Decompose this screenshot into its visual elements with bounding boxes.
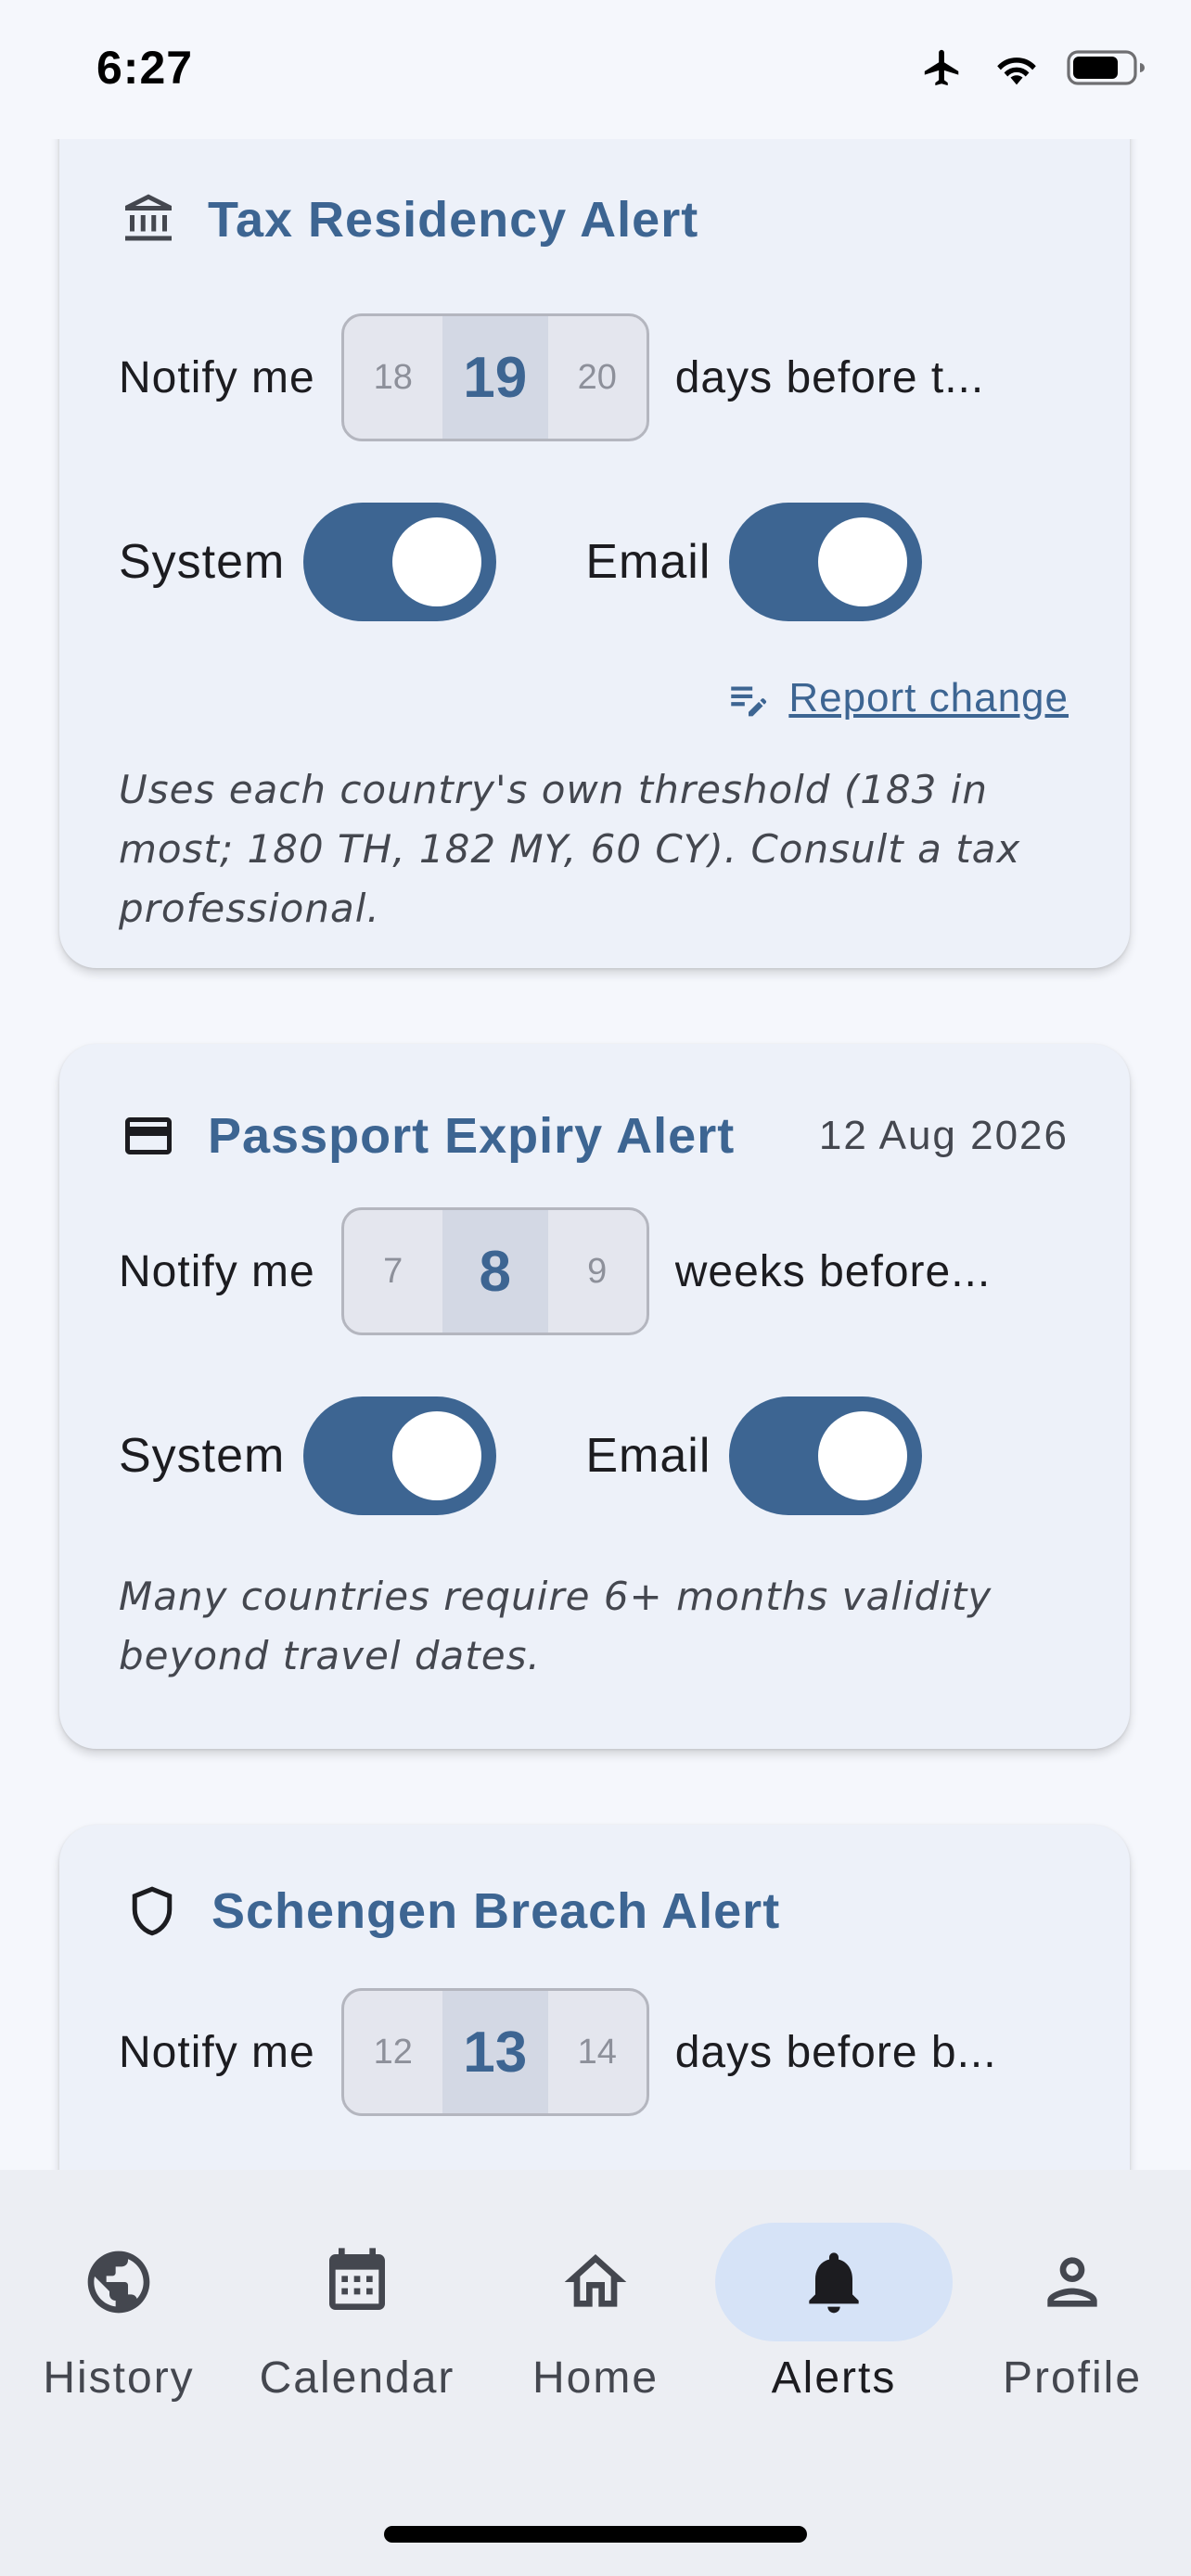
globe-icon xyxy=(87,2251,150,2314)
picker-selected-value[interactable]: 8 xyxy=(442,1210,548,1333)
card-title-text: Tax Residency Alert xyxy=(208,192,699,248)
system-toggle-label: System xyxy=(119,1429,286,1483)
picker-prev-value[interactable]: 18 xyxy=(344,316,442,439)
tax-residency-alert-card: Tax Residency Alert Notify me 18 19 20 d… xyxy=(59,139,1130,968)
channel-toggles: System Email xyxy=(119,503,923,621)
status-icons xyxy=(918,46,1145,89)
picker-next-value[interactable]: 9 xyxy=(548,1210,647,1333)
nav-label: Profile xyxy=(1002,2353,1143,2403)
toggle-knob xyxy=(392,1411,482,1500)
notify-row: Notify me 7 8 9 weeks before... xyxy=(119,1207,1102,1335)
card-note: Uses each country's own threshold (183 i… xyxy=(119,767,1021,931)
home-indicator xyxy=(384,2526,807,2543)
notify-suffix: weeks before... xyxy=(674,1246,992,1296)
toggle-knob xyxy=(392,517,482,606)
picker-next-value[interactable]: 20 xyxy=(548,316,647,439)
notify-suffix: days before t... xyxy=(674,352,985,402)
card-note: Many countries require 6+ months validit… xyxy=(119,1574,992,1678)
system-toggle-label: System xyxy=(119,535,286,589)
system-toggle-group: System xyxy=(119,503,497,621)
picker-selected-value[interactable]: 19 xyxy=(442,316,548,439)
card-title: Schengen Breach Alert xyxy=(124,1882,780,1940)
calendar-icon xyxy=(329,2248,385,2310)
email-toggle[interactable] xyxy=(729,1396,923,1515)
channel-toggles: System Email xyxy=(119,1396,923,1515)
notify-suffix: days before b... xyxy=(674,2027,997,2077)
nav-item-alerts[interactable]: Alerts xyxy=(715,2170,953,2448)
card-title-text: Passport Expiry Alert xyxy=(208,1108,736,1164)
notify-label: Notify me xyxy=(119,2027,315,2077)
shield-icon xyxy=(132,1886,173,1936)
email-toggle-label: Email xyxy=(585,535,711,589)
card-title: Tax Residency Alert xyxy=(121,191,698,249)
toggle-knob xyxy=(818,1411,908,1500)
picker-next-value[interactable]: 14 xyxy=(548,1991,647,2113)
schengen-breach-alert-card: Schengen Breach Alert Notify me 12 13 14… xyxy=(59,1825,1130,2170)
notify-label: Notify me xyxy=(119,352,315,402)
wifi-icon xyxy=(997,57,1036,85)
report-change-text[interactable]: Report change xyxy=(788,675,1069,721)
status-bar: 6:27 xyxy=(0,0,1191,139)
home-icon xyxy=(564,2254,627,2307)
passport-card-icon xyxy=(125,1117,172,1154)
nav-item-calendar[interactable]: Calendar xyxy=(238,2170,476,2448)
status-time: 6:27 xyxy=(96,42,194,94)
system-toggle[interactable] xyxy=(303,1396,497,1515)
nav-item-history[interactable]: History xyxy=(0,2170,237,2448)
number-picker[interactable]: 7 8 9 xyxy=(340,1207,649,1335)
email-toggle-label: Email xyxy=(585,1429,711,1483)
system-toggle-group: System xyxy=(119,1396,497,1515)
person-icon xyxy=(1047,2257,1097,2307)
report-change-link[interactable]: Report change xyxy=(725,675,1069,721)
battery-icon xyxy=(1067,50,1145,85)
nav-label: History xyxy=(43,2353,195,2403)
email-toggle-group: Email xyxy=(585,503,923,621)
number-picker[interactable]: 18 19 20 xyxy=(340,313,649,441)
nav-item-profile[interactable]: Profile xyxy=(954,2170,1191,2448)
system-toggle[interactable] xyxy=(303,503,497,621)
airplane-icon xyxy=(924,49,959,86)
nav-item-home[interactable]: Home xyxy=(477,2170,714,2448)
picker-selected-value[interactable]: 13 xyxy=(442,1991,548,2113)
picker-prev-value[interactable]: 12 xyxy=(344,1991,442,2113)
bank-icon xyxy=(125,194,172,241)
card-title-text: Schengen Breach Alert xyxy=(211,1883,781,1939)
edit-note-icon xyxy=(731,686,767,717)
nav-label: Alerts xyxy=(771,2353,897,2403)
alerts-list[interactable]: Tax Residency Alert Notify me 18 19 20 d… xyxy=(0,139,1191,2170)
toggle-knob xyxy=(818,517,908,606)
notify-label: Notify me xyxy=(119,1246,315,1296)
nav-label: Calendar xyxy=(259,2353,455,2403)
passport-expiry-alert-card: Passport Expiry Alert 12 Aug 2026 Notify… xyxy=(59,1044,1130,1749)
notify-row: Notify me 18 19 20 days before t... xyxy=(119,313,1102,441)
card-title: Passport Expiry Alert xyxy=(121,1107,735,1165)
expiry-date: 12 Aug 2026 xyxy=(818,1113,1069,1158)
picker-prev-value[interactable]: 7 xyxy=(344,1210,442,1333)
number-picker[interactable]: 12 13 14 xyxy=(340,1988,649,2116)
nav-label: Home xyxy=(531,2353,660,2403)
bell-icon xyxy=(809,2252,859,2314)
email-toggle[interactable] xyxy=(729,503,923,621)
notify-row: Notify me 12 13 14 days before b... xyxy=(119,1988,1102,2116)
email-toggle-group: Email xyxy=(585,1396,923,1515)
bottom-navigation: History Calendar Home Alerts Profile xyxy=(0,2170,1191,2576)
